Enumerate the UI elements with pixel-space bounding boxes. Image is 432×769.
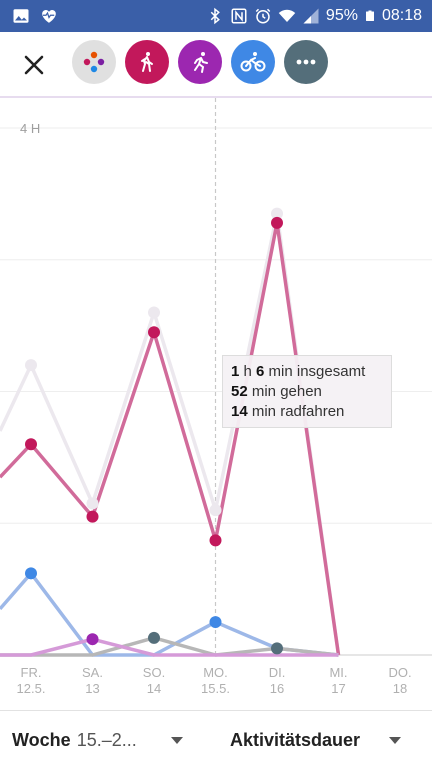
- heart-pulse-icon: [42, 10, 56, 23]
- period-dropdown[interactable]: Woche 15.–2...: [12, 711, 192, 769]
- filter-running-button[interactable]: [178, 40, 222, 84]
- x-tick-date-6: 18: [393, 681, 407, 696]
- filter-cycling-button[interactable]: [231, 40, 275, 84]
- multicolor-dots-icon: [83, 51, 105, 73]
- x-tick-day-2: SO.: [143, 665, 165, 680]
- chevron-down-icon: [171, 737, 183, 744]
- x-tick-day-6: DO.: [388, 665, 411, 680]
- tooltip-cycling-line: 14 min radfahren: [231, 403, 345, 420]
- clock: 08:18: [381, 7, 422, 24]
- x-tick-date-2: 14: [147, 681, 161, 696]
- period-label: Woche: [12, 729, 71, 750]
- signal-icon: [303, 8, 319, 24]
- data-point-0-0: [25, 359, 37, 372]
- data-point-1-1: [86, 510, 99, 523]
- more-horiz-icon: [296, 59, 316, 65]
- y-axis-label: 4 H: [20, 121, 40, 136]
- x-tick-day-3: MO.: [203, 665, 228, 680]
- data-point-0-3: [209, 504, 222, 517]
- x-tick-day-1: SA.: [82, 665, 103, 680]
- x-tick-date-1: 13: [85, 681, 99, 696]
- metric-dropdown[interactable]: Aktivitätsdauer: [230, 711, 410, 769]
- series-line-0: [0, 211, 341, 656]
- running-icon: [194, 52, 208, 73]
- data-point-3-1: [271, 642, 283, 655]
- wifi-icon: [278, 9, 296, 22]
- x-tick-day-5: MI.: [329, 665, 347, 680]
- battery-percent: 95%: [325, 7, 358, 24]
- filter-walking-button[interactable]: [125, 40, 169, 84]
- data-point-1-0: [25, 438, 37, 451]
- nfc-icon: [231, 8, 247, 24]
- cycling-icon: [240, 52, 266, 72]
- x-tick-day-0: FR.: [21, 665, 42, 680]
- data-point-4-0: [86, 633, 99, 646]
- status-bar: 95% 08:18: [0, 0, 432, 32]
- filter-all-activities-button[interactable]: [72, 40, 116, 84]
- image-icon: [13, 9, 29, 23]
- data-point-0-2: [148, 306, 160, 319]
- tooltip-total-line: 1 h 6 min insgesamt: [231, 363, 366, 380]
- data-point-1-3: [209, 534, 222, 547]
- activity-filter-toolbar: [0, 32, 432, 96]
- chevron-down-icon: [389, 737, 401, 744]
- x-tick-date-4: 16: [270, 681, 284, 696]
- more-activities-button[interactable]: [284, 40, 328, 84]
- close-icon[interactable]: [18, 49, 50, 81]
- x-tick-date-5: 17: [331, 681, 345, 696]
- x-tick-date-3: 15.5.: [201, 681, 230, 696]
- walking-icon: [141, 52, 153, 72]
- series-line-1: [0, 221, 341, 656]
- data-point-3-0: [148, 631, 160, 644]
- bluetooth-icon: [210, 7, 220, 25]
- selected-day-tooltip: 1 h 6 min insgesamt 52 min gehen 14 min …: [222, 355, 392, 428]
- alarm-icon: [255, 8, 271, 24]
- x-tick-date-0: 12.5.: [17, 681, 46, 696]
- bottom-bar: Woche 15.–2... Aktivitätsdauer: [0, 710, 432, 769]
- tooltip-walking-line: 52 min gehen: [231, 383, 322, 400]
- data-point-0-1: [86, 497, 99, 510]
- data-point-1-2: [148, 326, 160, 339]
- data-point-2-0: [25, 567, 37, 580]
- metric-label: Aktivitätsdauer: [230, 729, 361, 750]
- data-point-1-4: [271, 216, 283, 229]
- data-point-2-1: [209, 616, 222, 629]
- period-value: 15.–2...: [76, 729, 137, 750]
- x-tick-day-4: DI.: [269, 665, 286, 680]
- battery-icon: [365, 10, 374, 21]
